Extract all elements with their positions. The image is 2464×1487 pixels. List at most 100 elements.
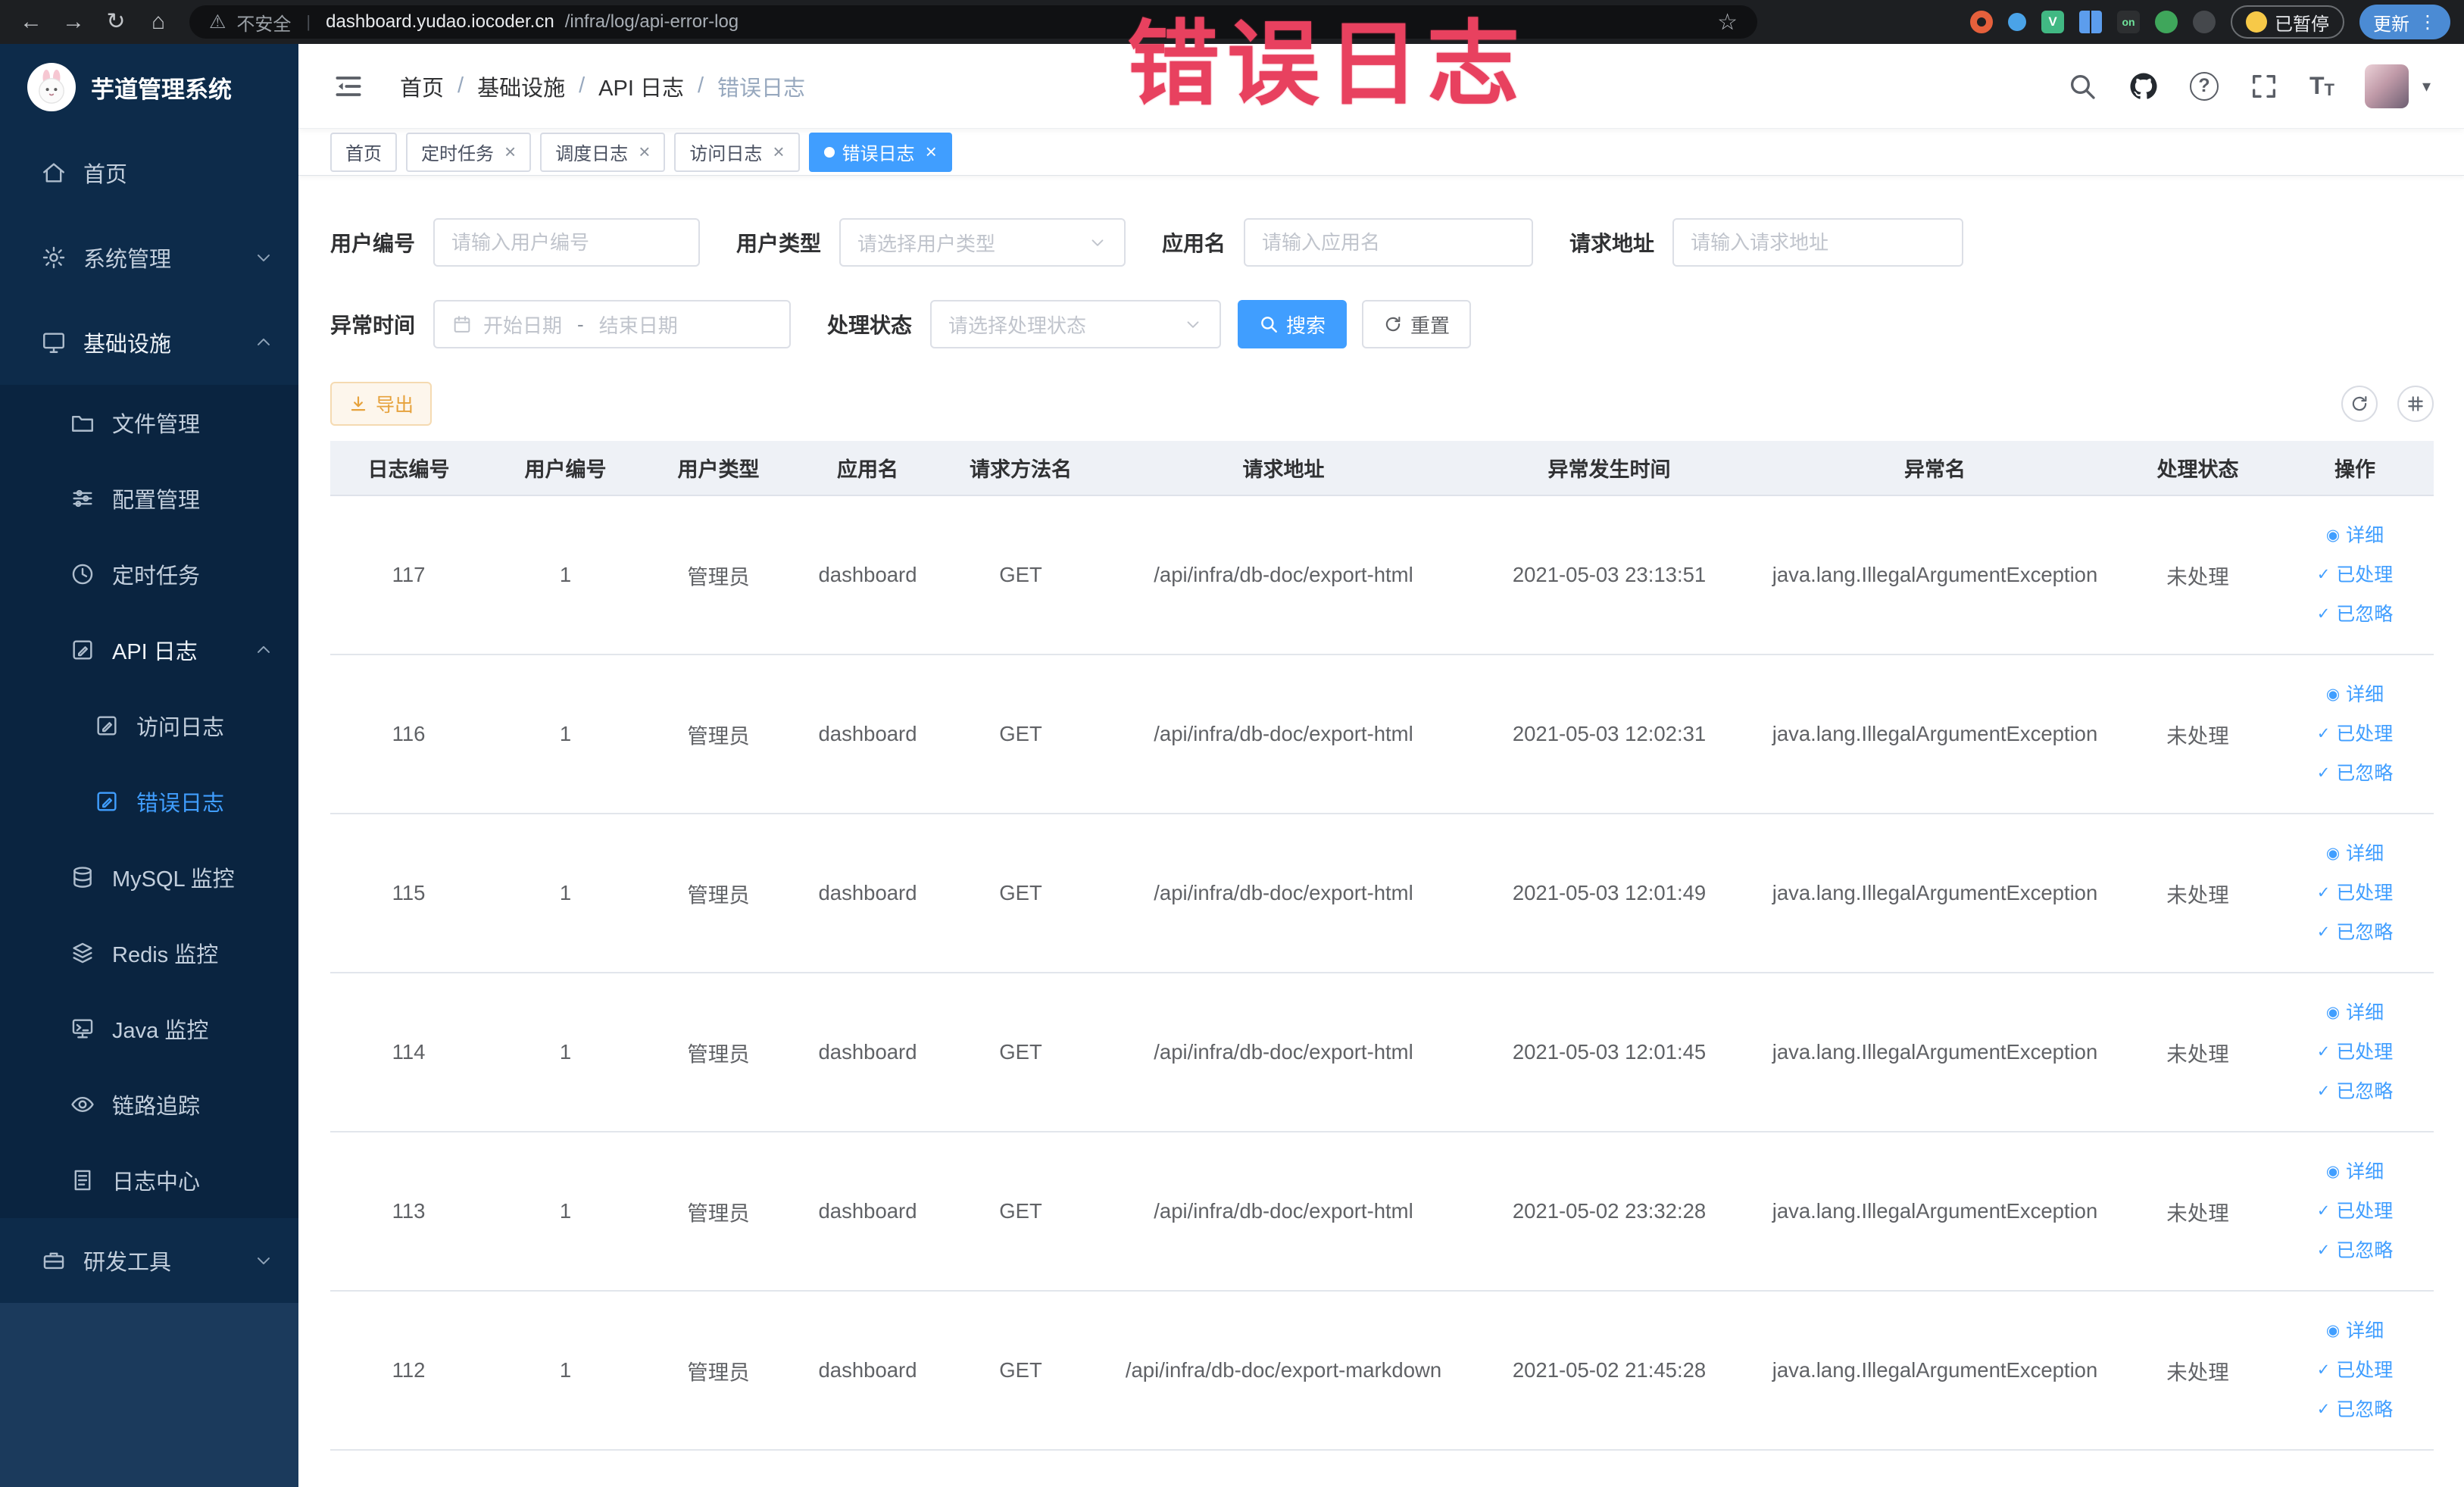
breadcrumb-infrastructure[interactable]: 基础设施 bbox=[477, 70, 565, 102]
mark-ignored-link[interactable]: ✓ 已忽略 bbox=[2282, 1231, 2428, 1270]
tab-scheduled-tasks[interactable]: 定时任务 × bbox=[406, 132, 532, 172]
sidebar-item-home[interactable]: 首页 bbox=[0, 130, 298, 215]
sidebar-item-error-log[interactable]: 错误日志 bbox=[0, 764, 298, 839]
export-button[interactable]: 导出 bbox=[330, 382, 433, 426]
reload-icon[interactable]: ↻ bbox=[98, 0, 133, 44]
app-name-input[interactable] bbox=[1244, 218, 1534, 267]
cell-request-url: /api/infra/db-doc/export-html bbox=[1099, 654, 1468, 814]
browser-update-button[interactable]: 更新 ⋮ bbox=[2359, 5, 2450, 39]
detail-link[interactable]: ◉ 详细 bbox=[2282, 516, 2428, 555]
sidebar-item-access-log[interactable]: 访问日志 bbox=[0, 688, 298, 764]
sidebar-item-redis-monitor[interactable]: Redis 监控 bbox=[0, 915, 298, 991]
mark-ignored-link[interactable]: ✓ 已忽略 bbox=[2282, 595, 2428, 634]
breadcrumb-separator: / bbox=[579, 73, 586, 98]
close-icon[interactable]: × bbox=[504, 140, 516, 164]
home-nav-icon[interactable]: ⌂ bbox=[141, 0, 176, 44]
database-icon bbox=[70, 864, 95, 890]
breadcrumb-separator: / bbox=[697, 73, 704, 98]
cell-app-name: dashboard bbox=[793, 654, 942, 814]
search-button[interactable]: 搜索 bbox=[1238, 300, 1348, 348]
processed-link-label: 已处理 bbox=[2336, 1042, 2394, 1063]
leaf-extension-icon[interactable] bbox=[2155, 11, 2178, 33]
mark-processed-link[interactable]: ✓ 已处理 bbox=[2282, 873, 2428, 913]
grid-extension-icon[interactable] bbox=[2079, 11, 2102, 33]
mark-processed-link[interactable]: ✓ 已处理 bbox=[2282, 714, 2428, 754]
sidebar-fold-icon[interactable] bbox=[332, 70, 365, 103]
github-icon[interactable] bbox=[2128, 70, 2160, 102]
cell-method: GET bbox=[942, 814, 1099, 973]
avatar[interactable] bbox=[2364, 64, 2409, 108]
tab-home[interactable]: 首页 bbox=[330, 132, 397, 172]
back-icon[interactable]: ← bbox=[14, 0, 48, 44]
end-date-placeholder: 结束日期 bbox=[598, 314, 678, 337]
sidebar-item-infrastructure[interactable]: 基础设施 bbox=[0, 300, 298, 385]
cell-log-id: 117 bbox=[330, 495, 487, 655]
reset-button[interactable]: 重置 bbox=[1362, 300, 1472, 348]
close-icon[interactable]: × bbox=[773, 140, 784, 164]
chevron-down-icon bbox=[1088, 233, 1107, 252]
sidebar-item-java-monitor[interactable]: Java 监控 bbox=[0, 991, 298, 1067]
mark-processed-link[interactable]: ✓ 已处理 bbox=[2282, 1351, 2428, 1390]
detail-link[interactable]: ◉ 详细 bbox=[2282, 834, 2428, 873]
detail-link[interactable]: ◉ 详细 bbox=[2282, 675, 2428, 714]
col-request-url: 请求地址 bbox=[1099, 441, 1468, 496]
tab-schedule-log[interactable]: 调度日志 × bbox=[540, 132, 666, 172]
record-extension-icon[interactable] bbox=[1970, 11, 1993, 33]
select-placeholder: 请选择处理状态 bbox=[948, 314, 1087, 337]
refresh-table-button[interactable] bbox=[2341, 386, 2378, 422]
request-url-input[interactable] bbox=[1672, 218, 1964, 267]
sidebar-item-system-management[interactable]: 系统管理 bbox=[0, 215, 298, 300]
drop-extension-icon[interactable] bbox=[2008, 13, 2026, 31]
mark-ignored-link[interactable]: ✓ 已忽略 bbox=[2282, 913, 2428, 952]
mark-processed-link[interactable]: ✓ 已处理 bbox=[2282, 1192, 2428, 1231]
tab-access-log[interactable]: 访问日志 × bbox=[674, 132, 800, 172]
sidebar-item-label: 研发工具 bbox=[83, 1251, 172, 1275]
breadcrumb-home[interactable]: 首页 bbox=[400, 70, 444, 102]
annotation-error-log: 错误日志 bbox=[1127, 13, 1527, 116]
user-id-input[interactable] bbox=[433, 218, 701, 267]
mark-ignored-link[interactable]: ✓ 已忽略 bbox=[2282, 1072, 2428, 1111]
search-icon[interactable] bbox=[2067, 71, 2097, 102]
detail-link[interactable]: ◉ 详细 bbox=[2282, 1311, 2428, 1351]
close-icon[interactable]: × bbox=[926, 140, 937, 164]
mark-processed-link[interactable]: ✓ 已处理 bbox=[2282, 555, 2428, 595]
exception-time-range-picker[interactable]: 开始日期 - 结束日期 bbox=[433, 300, 792, 348]
bookmark-star-icon[interactable]: ☆ bbox=[1717, 9, 1738, 36]
user-type-label: 用户类型 bbox=[736, 232, 822, 255]
mark-processed-link[interactable]: ✓ 已处理 bbox=[2282, 1032, 2428, 1072]
avatar-caret-icon[interactable]: ▾ bbox=[2422, 77, 2431, 96]
sidebar-item-dev-tools[interactable]: 研发工具 bbox=[0, 1218, 298, 1303]
process-status-select[interactable]: 请选择处理状态 bbox=[930, 300, 1222, 348]
sidebar-item-scheduled-tasks[interactable]: 定时任务 bbox=[0, 536, 298, 612]
close-icon[interactable]: × bbox=[639, 140, 650, 164]
mark-ignored-link[interactable]: ✓ 已忽略 bbox=[2282, 1390, 2428, 1429]
help-icon[interactable]: ? bbox=[2189, 71, 2219, 101]
tab-error-log[interactable]: 错误日志 × bbox=[808, 132, 952, 172]
vue-devtools-icon[interactable]: V bbox=[2041, 11, 2064, 33]
fullscreen-icon[interactable] bbox=[2249, 71, 2279, 102]
sidebar-item-mysql-monitor[interactable]: MySQL 监控 bbox=[0, 839, 298, 915]
breadcrumb-api-logs[interactable]: API 日志 bbox=[598, 70, 684, 102]
cell-log-id: 116 bbox=[330, 654, 487, 814]
active-tab-dot bbox=[823, 146, 835, 158]
forward-icon[interactable]: → bbox=[56, 0, 91, 44]
column-settings-button[interactable] bbox=[2397, 386, 2434, 422]
sidebar-item-log-center[interactable]: 日志中心 bbox=[0, 1142, 298, 1218]
sidebar-menu: 芋道管理系统 首页 系统管理 基础设施 文件管理 配置管理 定时任务 API 日… bbox=[0, 44, 298, 1303]
cell-user-id: 1 bbox=[487, 495, 644, 655]
font-size-icon[interactable]: TT bbox=[2309, 72, 2334, 100]
app-logo[interactable]: 芋道管理系统 bbox=[0, 44, 298, 130]
user-type-select[interactable]: 请选择用户类型 bbox=[839, 218, 1126, 267]
sliders-icon bbox=[70, 486, 95, 511]
paw-extension-icon[interactable] bbox=[2193, 11, 2216, 33]
profile-paused-badge[interactable]: 已暂停 bbox=[2231, 5, 2344, 39]
sidebar-item-file-management[interactable]: 文件管理 bbox=[0, 385, 298, 461]
mark-ignored-link[interactable]: ✓ 已忽略 bbox=[2282, 754, 2428, 793]
sidebar-item-api-logs[interactable]: API 日志 bbox=[0, 612, 298, 688]
sidebar-item-trace[interactable]: 链路追踪 bbox=[0, 1067, 298, 1142]
sidebar-item-config-management[interactable]: 配置管理 bbox=[0, 461, 298, 536]
detail-link[interactable]: ◉ 详细 bbox=[2282, 993, 2428, 1032]
on-badge-extension-icon[interactable]: on bbox=[2117, 11, 2140, 33]
chevron-up-icon bbox=[253, 639, 274, 661]
detail-link[interactable]: ◉ 详细 bbox=[2282, 1152, 2428, 1192]
